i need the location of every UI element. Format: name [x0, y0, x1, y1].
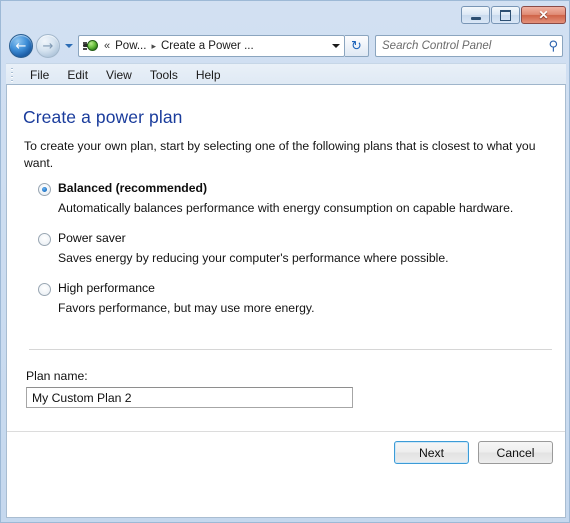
breadcrumb-item-0[interactable]: Pow... [112, 39, 149, 53]
plan-label-power-saver: Power saver [58, 231, 126, 245]
refresh-icon: ↻ [351, 38, 362, 54]
menu-item-file[interactable]: File [21, 66, 58, 84]
plan-option-high-performance[interactable]: High performance Favors performance, but… [38, 281, 538, 316]
section-divider [29, 349, 552, 350]
minimize-button[interactable] [461, 6, 490, 24]
close-icon: ✕ [538, 8, 549, 22]
chevron-down-icon [64, 44, 73, 48]
plan-name-input[interactable] [26, 387, 353, 408]
chevron-down-icon [331, 44, 340, 48]
recent-pages-button[interactable] [62, 44, 75, 48]
action-button-row: Next Cancel [394, 441, 553, 464]
plan-option-power-saver[interactable]: Power saver Saves energy by reducing you… [38, 231, 538, 266]
plan-description-power-saver: Saves energy by reducing your computer's… [58, 251, 449, 265]
back-arrow-icon: ← [15, 38, 27, 54]
window-frame: ✕ ← → « Pow... ▸ Create a Power ... ↻ Se… [0, 0, 570, 523]
plan-option-list: Balanced (recommended) Automatically bal… [38, 181, 538, 331]
plan-label-balanced: Balanced (recommended) [58, 181, 207, 195]
refresh-button[interactable]: ↻ [345, 35, 369, 57]
menu-item-tools[interactable]: Tools [141, 66, 187, 84]
forward-arrow-icon: → [42, 38, 54, 54]
plan-label-high-performance: High performance [58, 281, 155, 295]
breadcrumb: « Pow... ▸ Create a Power ... [100, 39, 327, 53]
menu-bar: File Edit View Tools Help [6, 63, 566, 85]
title-bar: ✕ [1, 1, 570, 29]
maximize-icon [500, 9, 511, 21]
cancel-button[interactable]: Cancel [478, 441, 553, 464]
back-button[interactable]: ← [9, 34, 33, 58]
intro-text: To create your own plan, start by select… [24, 139, 536, 170]
radio-power-saver[interactable] [38, 233, 51, 246]
breadcrumb-item-1[interactable]: Create a Power ... [158, 39, 257, 53]
address-bar[interactable]: « Pow... ▸ Create a Power ... [78, 35, 345, 57]
plan-option-balanced[interactable]: Balanced (recommended) Automatically bal… [38, 181, 538, 216]
search-input[interactable]: Search Control Panel [382, 40, 548, 52]
search-icon: ⚲ [548, 38, 558, 54]
search-box[interactable]: Search Control Panel ⚲ [375, 35, 563, 57]
menu-item-view[interactable]: View [97, 66, 141, 84]
close-button[interactable]: ✕ [521, 6, 566, 24]
content-pane: Create a power plan To create your own p… [6, 84, 566, 518]
breadcrumb-separator-icon[interactable]: ▸ [149, 41, 158, 52]
breadcrumb-overflow-icon[interactable]: « [102, 40, 112, 52]
power-options-icon [82, 38, 100, 54]
window-controls: ✕ [461, 6, 566, 24]
address-dropdown-button[interactable] [327, 36, 344, 56]
menu-item-help[interactable]: Help [187, 66, 230, 84]
plan-description-balanced: Automatically balances performance with … [58, 201, 514, 215]
plan-description-high-performance: Favors performance, but may use more ene… [58, 301, 315, 315]
radio-high-performance[interactable] [38, 283, 51, 296]
maximize-button[interactable] [491, 6, 520, 24]
next-button[interactable]: Next [394, 441, 469, 464]
page-title: Create a power plan [23, 107, 183, 127]
menu-grip-handle[interactable] [9, 67, 16, 82]
minimize-icon [470, 16, 481, 20]
footer-divider [7, 431, 565, 432]
navigation-bar: ← → « Pow... ▸ Create a Power ... ↻ Sear… [6, 31, 566, 61]
radio-balanced[interactable] [38, 183, 51, 196]
forward-button[interactable]: → [36, 34, 60, 58]
menu-item-edit[interactable]: Edit [58, 66, 97, 84]
plan-name-label: Plan name: [26, 369, 88, 383]
